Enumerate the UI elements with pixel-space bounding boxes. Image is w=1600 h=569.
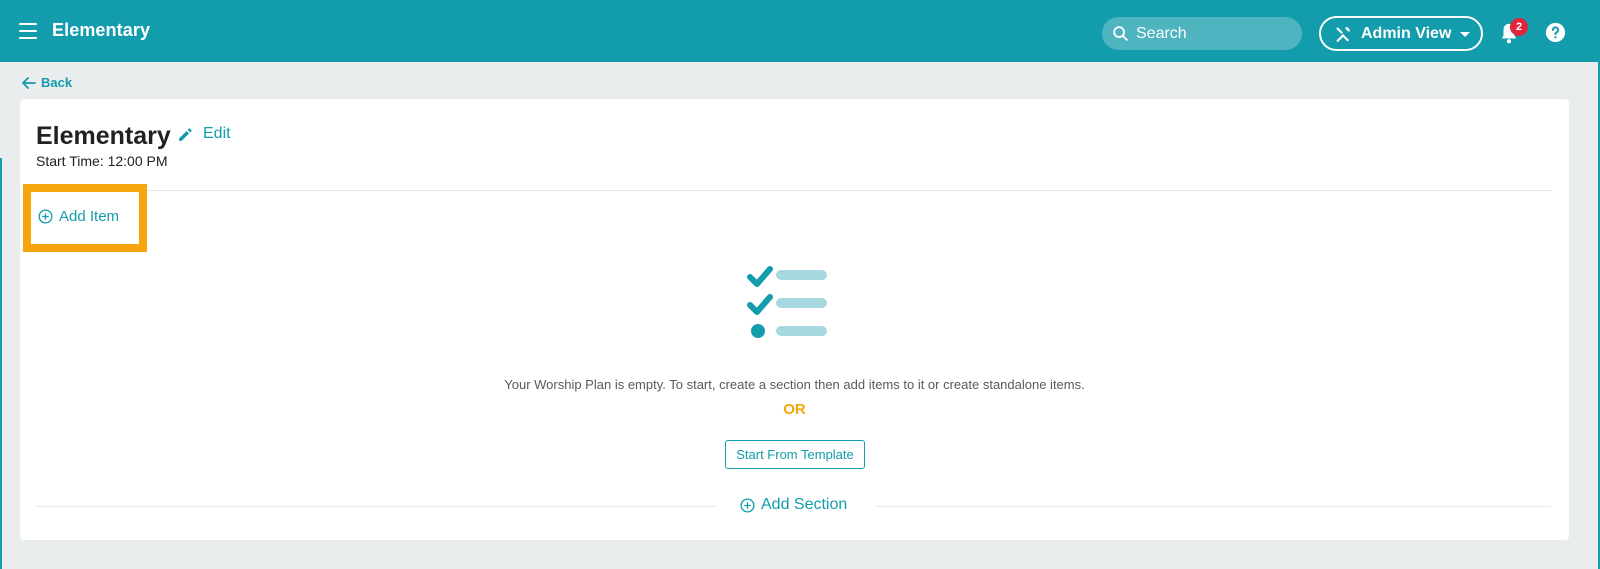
or-separator: OR: [783, 401, 806, 418]
edit-label: Edit: [203, 125, 231, 142]
add-item-label: Add Item: [59, 208, 120, 225]
hamburger-menu-icon[interactable]: [19, 23, 37, 39]
search-icon: [1113, 26, 1128, 41]
back-label: Back: [41, 75, 73, 90]
plus-circle-icon: [740, 497, 755, 513]
section-divider-left: [36, 506, 716, 507]
start-time: Start Time: 12:00 PM: [36, 153, 168, 169]
page-title: Elementary: [36, 122, 171, 150]
add-section-label: Add Section: [761, 496, 848, 513]
help-icon[interactable]: [1545, 22, 1566, 43]
admin-view-label: Admin View: [1361, 24, 1452, 42]
search-box[interactable]: [1102, 17, 1302, 50]
checklist-illustration-icon: [747, 266, 827, 338]
add-item-button[interactable]: Add Item: [38, 208, 119, 225]
app-title: Elementary: [52, 20, 151, 40]
pencil-icon: [179, 127, 192, 141]
search-input[interactable]: [1136, 24, 1286, 43]
arrow-left-icon: [22, 76, 36, 89]
left-border-accent: [0, 158, 2, 569]
section-divider-right: [876, 506, 1551, 507]
start-from-template-button[interactable]: Start From Template: [725, 440, 865, 469]
empty-state-message: Your Worship Plan is empty. To start, cr…: [504, 377, 1085, 392]
back-link[interactable]: Back: [22, 75, 72, 90]
divider: [36, 190, 1551, 191]
notification-badge: 2: [1510, 18, 1528, 36]
edit-button[interactable]: Edit: [177, 125, 231, 143]
worship-plan-card: Elementary Edit Start Time: 12:00 PM Add…: [20, 99, 1569, 540]
top-navigation-bar: Elementary Admin View 2: [0, 0, 1600, 62]
admin-view-button[interactable]: Admin View: [1319, 16, 1483, 51]
add-section-button[interactable]: Add Section: [740, 496, 847, 514]
tools-icon: [1336, 26, 1350, 42]
chevron-down-icon: [1460, 32, 1471, 37]
plus-circle-icon: [38, 209, 53, 224]
